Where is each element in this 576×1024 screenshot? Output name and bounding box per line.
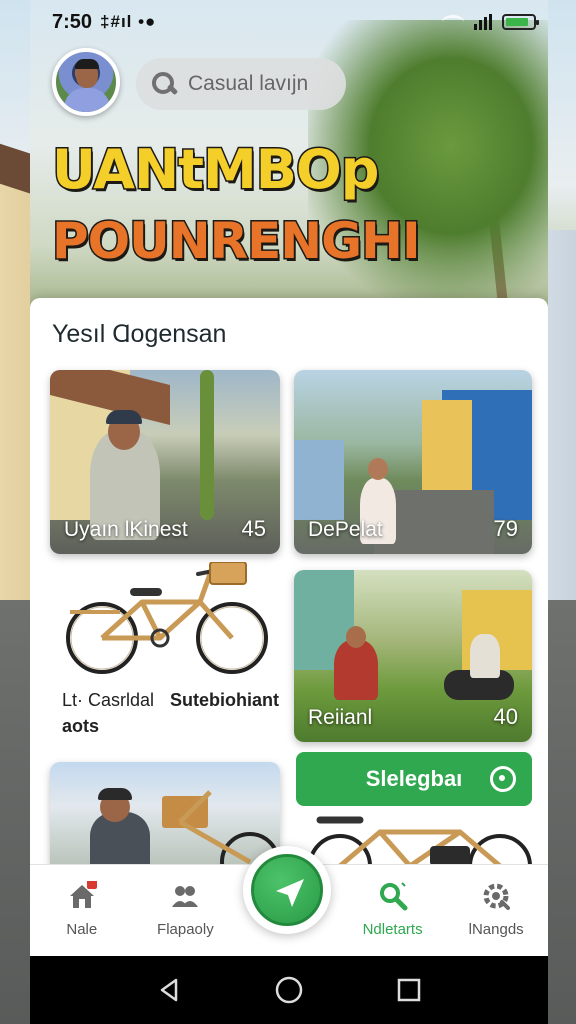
settings-icon — [483, 883, 511, 910]
search-bar[interactable] — [136, 58, 346, 110]
people-icon — [172, 886, 199, 907]
photo-tile[interactable]: Uyaın lKinest 45 — [50, 370, 280, 554]
tile-label: Uyaın lKinest — [64, 518, 188, 541]
tile-caption-secondary: aots — [62, 716, 100, 736]
nav-label: Flapaoly — [157, 921, 214, 938]
tile-label: DePelat — [308, 518, 383, 541]
primary-action-button[interactable]: Slelegbaı — [296, 752, 532, 806]
tile-label: Reiianl — [308, 706, 373, 729]
home-icon — [69, 881, 97, 908]
headline-line-1: UANtMBOp — [50, 137, 380, 203]
battery-level — [506, 18, 529, 26]
section-title: Yesıl Ɑogensan — [52, 320, 227, 348]
photo-tile[interactable]: Reiianl 40 — [294, 570, 532, 742]
navigate-icon — [276, 879, 304, 907]
nav-label: Nale — [66, 921, 98, 938]
phone-screen: 7:50 ‡#ıl •● UANtMBOp POUNRENGHI Yesıl Ɑ… — [30, 0, 548, 1024]
home-button-icon[interactable] — [274, 975, 304, 1005]
photo-tile[interactable] — [50, 762, 280, 872]
navigate-fab[interactable] — [243, 846, 331, 934]
tile-caption: Lt· Casrldal — [62, 690, 155, 710]
status-bar: 7:50 ‡#ıl •● — [30, 8, 548, 36]
status-indicators: ‡#ıl •● — [100, 12, 157, 31]
tag-icon — [490, 766, 516, 792]
nav-label: Ndletarts — [362, 921, 423, 938]
back-icon[interactable] — [156, 977, 182, 1003]
primary-action-label: Slelegbaı — [365, 766, 463, 791]
tile-count: 79 — [493, 516, 518, 541]
avatar[interactable] — [52, 48, 120, 116]
tile-caption-bold: Sutebiohiant — [170, 690, 279, 710]
bicycle-image — [66, 561, 268, 674]
photo-tile[interactable]: DePelat 79 — [294, 370, 532, 554]
search-icon — [379, 882, 408, 911]
nav-item-search[interactable]: Ndletarts — [341, 865, 445, 956]
nav-item-home[interactable]: Nale — [30, 865, 134, 956]
bicycle-tile[interactable]: Lt· Casrldal Sutebiohiant aots — [50, 561, 280, 742]
system-navigation-bar — [30, 956, 548, 1024]
search-input[interactable] — [188, 72, 338, 96]
battery-icon — [502, 14, 539, 30]
nav-item-settings[interactable]: lNangds — [444, 865, 548, 956]
nav-item-people[interactable]: Flapaoly — [134, 865, 238, 956]
content-card: Yesıl Ɑogensan Uyaın lKinest 45 DePelat … — [30, 298, 548, 878]
status-time: 7:50 — [52, 10, 93, 33]
bicycle-image — [178, 790, 280, 872]
search-icon — [150, 70, 178, 98]
nav-label: lNangds — [468, 921, 524, 938]
recents-icon[interactable] — [396, 977, 422, 1003]
wifi-icon — [442, 15, 464, 29]
signal-icon — [474, 14, 492, 30]
tile-count: 40 — [493, 704, 518, 729]
headline-line-2: POUNRENGHI — [51, 211, 423, 272]
tile-count: 45 — [241, 516, 266, 541]
